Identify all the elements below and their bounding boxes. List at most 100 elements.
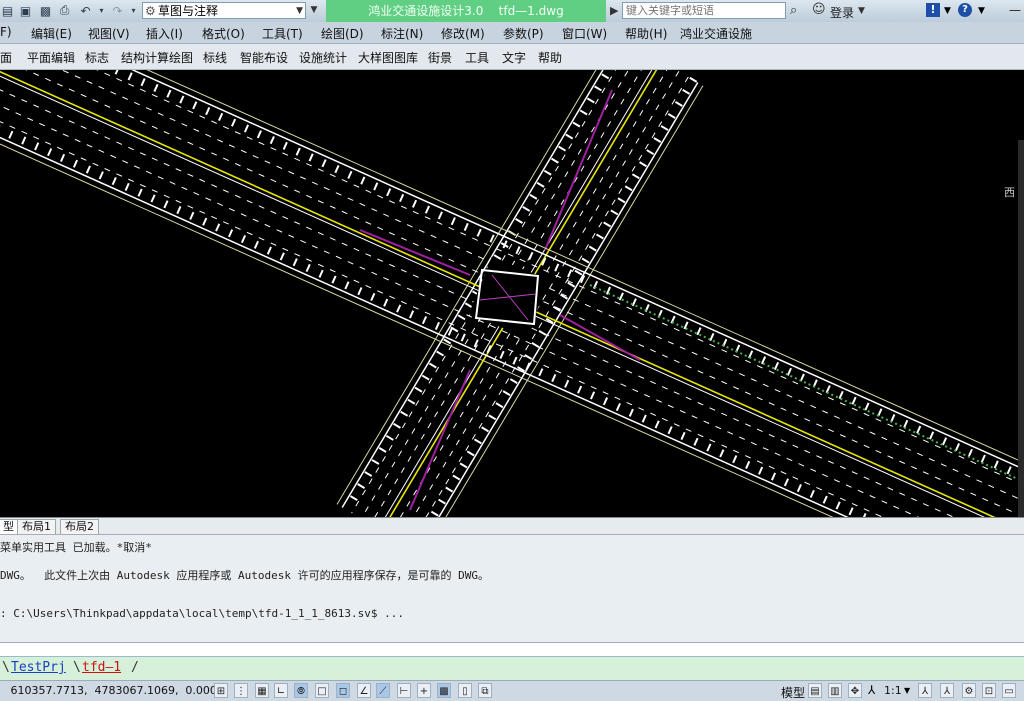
parking-stall — [706, 443, 712, 452]
workspace-switch-icon[interactable]: ⚙ — [962, 683, 976, 698]
menu2-item-plane-edit[interactable]: 平面编辑 — [27, 49, 75, 66]
parking-stall — [489, 234, 495, 243]
login-button[interactable]: 登录 — [830, 4, 854, 21]
parking-stall — [437, 211, 443, 220]
menu2-item-structure[interactable]: 结构计算绘图 — [121, 49, 193, 66]
lock-icon[interactable]: ⊡ — [982, 683, 996, 698]
menu2-item-help[interactable]: 帮助 — [538, 49, 562, 66]
menu-item-window[interactable]: 窗口(W) — [562, 25, 607, 42]
model-space-button[interactable]: 模型 — [781, 684, 805, 701]
annotation-visibility-icon[interactable]: ⅄ — [918, 683, 932, 698]
menu2-item-text[interactable]: 文字 — [502, 49, 526, 66]
parking-stall — [835, 501, 841, 510]
chevron-down-icon[interactable]: ▼ — [944, 6, 951, 16]
user-icon[interactable]: ☺ — [812, 2, 826, 17]
ortho-icon[interactable]: ∟ — [274, 683, 288, 698]
infer-constraints-icon[interactable]: ⊞ — [214, 683, 228, 698]
workspace-select[interactable]: ⚙ 草图与注释 ▼ — [142, 2, 306, 19]
menu2-item-tools[interactable]: 工具 — [465, 49, 489, 66]
menu2-item-statistics[interactable]: 设施统计 — [299, 49, 347, 66]
menu-item-insert[interactable]: 插入(I) — [146, 25, 183, 42]
parking-stall — [386, 188, 392, 197]
pan-icon[interactable]: ✥ — [848, 683, 862, 698]
grid-icon[interactable]: ▦ — [255, 683, 269, 698]
menu-item-modify[interactable]: 修改(M) — [441, 25, 485, 42]
menu-bar: F) 编辑(E) 视图(V) 插入(I) 格式(O) 工具(T) 绘图(D) 标… — [0, 22, 1024, 44]
parking-stall — [59, 153, 66, 162]
menu2-item-streetview[interactable]: 街景 — [428, 49, 452, 66]
object-snap-tracking-icon[interactable]: ∠ — [357, 683, 371, 698]
menu-item-edit[interactable]: 编辑(E) — [31, 25, 72, 42]
snap-mode-icon[interactable]: ⋮ — [234, 683, 248, 698]
annotation-scale-icon[interactable]: ⅄ — [868, 683, 875, 697]
undo-dropdown-icon[interactable]: ▾ — [94, 3, 109, 18]
menu-item-hongye[interactable]: 鸿业交通设施 — [680, 25, 752, 42]
chevron-down-icon[interactable]: ▼ — [858, 6, 865, 16]
undo-icon[interactable]: ↶ — [78, 3, 93, 18]
menu2-item-markings[interactable]: 标线 — [203, 49, 227, 66]
tab-layout2[interactable]: 布局2 — [60, 519, 99, 534]
polar-tracking-icon[interactable]: ⦾ — [294, 683, 308, 698]
road-curb-line — [438, 82, 699, 517]
chevron-down-icon[interactable]: ▼ — [904, 686, 910, 695]
menu-item-help[interactable]: 帮助(H) — [625, 25, 667, 42]
parking-stall — [495, 402, 504, 409]
auto-scale-icon[interactable]: ⅄ — [940, 683, 954, 698]
redo-icon[interactable]: ↷ — [110, 3, 125, 18]
save-as-icon[interactable]: ▩ — [38, 3, 53, 18]
parking-stall — [450, 217, 456, 226]
parking-stall — [179, 95, 185, 104]
open-icon[interactable]: ▤ — [0, 3, 15, 18]
command-input[interactable] — [0, 642, 1024, 657]
quick-properties-icon[interactable]: ▯ — [458, 683, 472, 698]
print-icon[interactable]: ⎙ — [57, 3, 72, 18]
binoculars-icon[interactable]: ⌕ — [790, 3, 797, 18]
parking-stall — [124, 182, 130, 191]
menu-item-dimension[interactable]: 标注(N) — [381, 25, 423, 42]
transparency-icon[interactable]: ▩ — [437, 683, 451, 698]
help-icon[interactable]: ? — [958, 3, 972, 17]
search-input[interactable] — [622, 2, 786, 19]
project-link[interactable]: TestPrj — [11, 660, 66, 675]
save-icon[interactable]: ▣ — [18, 3, 33, 18]
annotation-scale-value[interactable]: 1:1 — [884, 684, 902, 697]
quick-view-layouts-icon[interactable]: ▤ — [808, 683, 822, 698]
project-separator: \ — [2, 660, 10, 675]
menu-item-tools[interactable]: 工具(T) — [262, 25, 303, 42]
dynamic-input-icon[interactable]: ⊢ — [397, 683, 411, 698]
parking-stall — [21, 136, 27, 145]
parking-stall — [529, 193, 538, 200]
parking-stall — [667, 426, 673, 435]
viewcube-west-label[interactable]: 西 — [1004, 184, 1015, 200]
quick-view-drawings-icon[interactable]: ▥ — [828, 683, 842, 698]
parking-stall — [674, 101, 683, 107]
communication-center-icon[interactable]: ! — [926, 3, 940, 17]
selection-cycling-icon[interactable]: ⧉ — [478, 683, 492, 698]
chevron-down-icon[interactable]: ▼ — [978, 6, 985, 16]
parking-stall — [399, 193, 405, 203]
menu-item-parametric[interactable]: 参数(P) — [503, 25, 544, 42]
chevron-right-icon[interactable]: ▶ — [610, 4, 618, 17]
3d-object-snap-icon[interactable]: ◻ — [336, 683, 350, 698]
tab-layout1[interactable]: 布局1 — [17, 519, 56, 534]
menu-item-format[interactable]: 格式(O) — [202, 25, 245, 42]
intersection-drawing — [0, 70, 1024, 517]
dynamic-ucs-icon[interactable]: ⟋ — [376, 683, 390, 698]
redo-dropdown-icon[interactable]: ▾ — [126, 3, 141, 18]
menu2-item-surface[interactable]: 面 — [0, 49, 12, 66]
drawing-canvas[interactable]: 西 — [0, 70, 1024, 517]
object-snap-icon[interactable]: □ — [315, 683, 329, 698]
quick-access-menu-icon[interactable]: ▼ — [308, 2, 320, 19]
hardware-acceleration-icon[interactable]: ▭ — [1002, 683, 1016, 698]
menu-item-view[interactable]: 视图(V) — [88, 25, 130, 42]
menu-item-file[interactable]: F) — [0, 25, 12, 39]
parking-stall — [993, 460, 999, 469]
menu2-item-signs[interactable]: 标志 — [85, 49, 109, 66]
minimize-button[interactable]: — — [1006, 0, 1024, 20]
parking-stall — [581, 257, 590, 264]
menu2-item-smart-layout[interactable]: 智能布设 — [240, 49, 288, 66]
file-link[interactable]: tfd—1 — [82, 660, 121, 675]
menu2-item-detail-library[interactable]: 大样图图库 — [358, 49, 418, 66]
menu-item-draw[interactable]: 绘图(D) — [321, 25, 364, 42]
lineweight-icon[interactable]: + — [417, 683, 431, 698]
